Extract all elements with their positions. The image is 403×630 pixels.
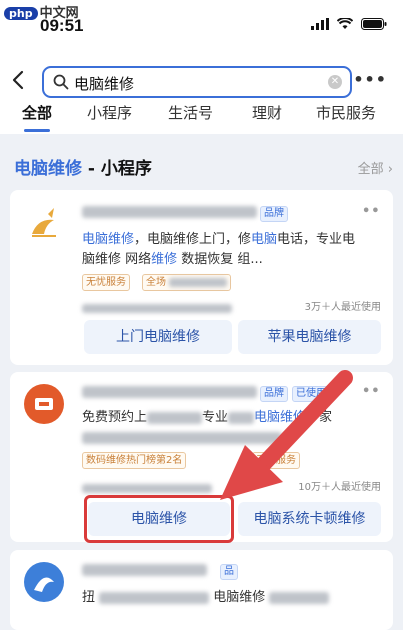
status-bar: php 中文网 09:51 <box>0 0 403 44</box>
tab-miniprogram[interactable]: 小程序 <box>87 102 132 123</box>
app-name-blurred <box>82 562 207 578</box>
usage-count: 3万＋人最近使用 <box>304 302 381 313</box>
service-button-apple-repair[interactable]: 苹果电脑维修 <box>238 320 381 354</box>
battery-icon <box>361 18 387 30</box>
section-all-link[interactable]: 全部 › <box>358 158 393 177</box>
active-tab-indicator <box>24 129 50 132</box>
chevron-left-icon <box>12 70 24 90</box>
app-description: 扭 电脑维修 <box>82 588 382 608</box>
section-title: 电脑维修 - 小程序 <box>14 154 152 179</box>
app-logo-icon <box>34 577 54 592</box>
promo-badge: 全场 <box>142 274 232 291</box>
tab-citizen-services[interactable]: 市民服务 <box>316 102 376 123</box>
signal-icon <box>311 18 329 30</box>
usage-count: 10万＋人最近使用 <box>298 482 381 493</box>
app-name-blurred <box>82 384 257 400</box>
section-suffix: - 小程序 <box>82 159 152 179</box>
app-logo <box>24 384 64 424</box>
wifi-icon <box>337 18 353 29</box>
app-description: 电脑维修，电脑维修上门，修电脑电话，专业电 脑维修 网络维修 数据恢复 组... <box>82 232 356 267</box>
status-icons <box>311 18 387 30</box>
result-card-1[interactable]: 品牌 •• 电脑维修，电脑维修上门，修电脑电话，专业电 脑维修 网络维修 数据恢… <box>10 190 393 365</box>
app-description: 免费预约上 专业 电脑维修，家 <box>82 408 387 448</box>
app-name-blurred <box>82 204 257 220</box>
more-menu-icon[interactable]: ••• <box>353 70 387 89</box>
search-box[interactable]: 电脑维修 ✕ <box>42 66 352 98</box>
app-logo <box>24 562 64 602</box>
service-badge: 无忧服务 <box>252 452 300 469</box>
brand-tag: 品牌 <box>260 206 288 222</box>
clock: 09:51 <box>40 16 84 35</box>
clear-icon[interactable]: ✕ <box>328 75 342 89</box>
tab-all[interactable]: 全部 <box>22 102 52 123</box>
chevron-right-icon: › <box>387 162 393 177</box>
tab-lifestyle[interactable]: 生活号 <box>168 102 213 123</box>
search-input[interactable]: 电脑维修 <box>74 73 134 94</box>
card-more-icon[interactable]: •• <box>362 204 381 219</box>
tab-bar: 全部 小程序 生活号 理财 市民服务 <box>0 102 403 134</box>
blurred-info <box>82 298 232 317</box>
section-keyword: 电脑维修 <box>14 159 82 179</box>
used-tag: 已使用 <box>292 386 330 402</box>
watermark-brand: php <box>4 7 38 20</box>
ranking-badge: 数码维修热门榜第2名 <box>82 452 187 469</box>
search-icon <box>53 74 69 90</box>
service-button-system-lag-repair[interactable]: 电脑系统卡顿维修 <box>238 502 381 536</box>
result-card-3[interactable]: 品 扭 电脑维修 <box>10 550 393 630</box>
highlight-box <box>84 495 234 543</box>
app-logo-icon <box>35 398 53 410</box>
back-button[interactable] <box>12 70 24 96</box>
app-logo <box>24 204 64 244</box>
section-all-label: 全部 <box>357 162 384 177</box>
search-header: 电脑维修 ✕ ••• 全部 小程序 生活号 理财 市民服务 <box>0 44 403 134</box>
brand-tag: 品牌 <box>260 386 288 402</box>
tab-finance[interactable]: 理财 <box>252 102 282 123</box>
rabbit-logo-icon <box>32 208 56 237</box>
service-badge: 无忧服务 <box>82 274 130 291</box>
card-more-icon[interactable]: •• <box>362 384 381 399</box>
service-button-onsite-repair[interactable]: 上门电脑维修 <box>84 320 232 354</box>
brand-tag: 品 <box>220 564 238 580</box>
